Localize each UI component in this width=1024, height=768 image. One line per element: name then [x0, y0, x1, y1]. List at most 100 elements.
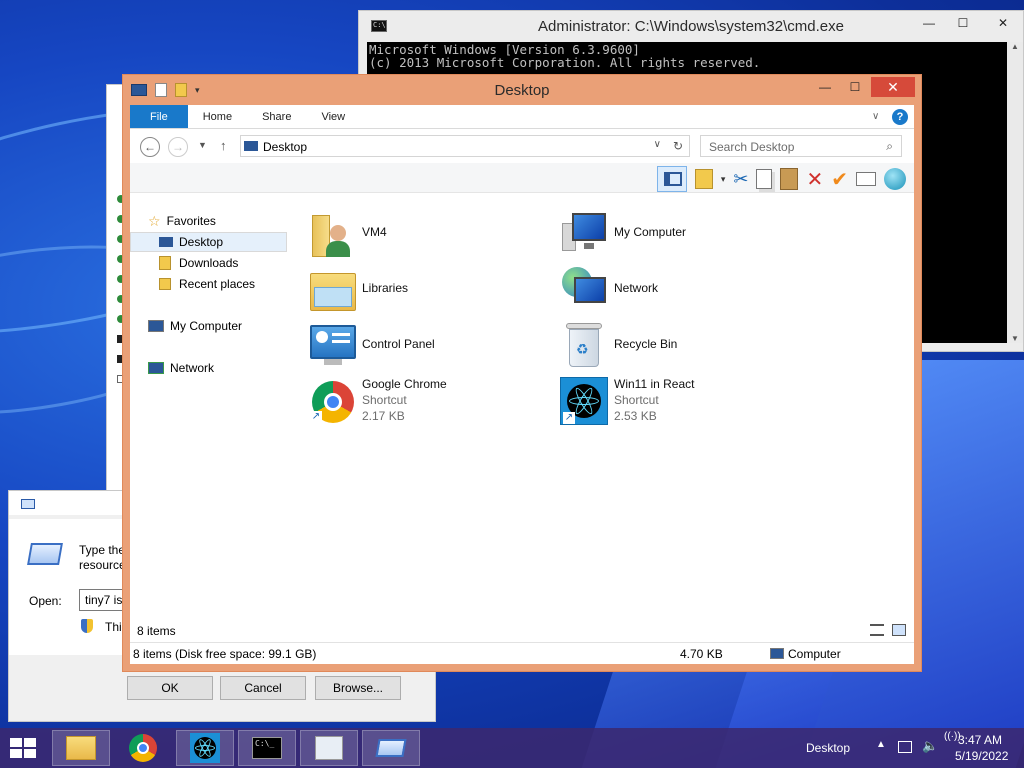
- scroll-down-icon[interactable]: ▼: [1007, 334, 1023, 343]
- explorer-titlebar[interactable]: ▾ Desktop — ☐ ✕: [123, 75, 921, 105]
- status-size: 4.70 KB: [680, 647, 723, 661]
- minimize-button[interactable]: —: [915, 13, 943, 33]
- run-large-icon: [27, 543, 63, 565]
- cancel-button[interactable]: Cancel: [220, 676, 306, 700]
- cmd-icon: C:\: [371, 20, 387, 32]
- refresh-icon[interactable]: ↻: [673, 139, 683, 153]
- file-item-control-panel[interactable]: Control Panel: [308, 321, 548, 371]
- admin-note: Thi: [105, 620, 122, 634]
- details-view-icon[interactable]: [870, 624, 884, 636]
- nav-my-computer-label: My Computer: [170, 319, 243, 333]
- customize-chevron-icon[interactable]: ▾: [195, 85, 200, 96]
- browse-button[interactable]: Browse...: [315, 676, 401, 700]
- copy-icon[interactable]: [756, 169, 773, 189]
- shell-icon[interactable]: [884, 168, 906, 190]
- tab-file[interactable]: File: [130, 105, 188, 128]
- network-icon: [562, 267, 608, 311]
- rename-icon[interactable]: [856, 172, 876, 186]
- content-area: ☆ Favorites Desktop Downloads Recent pla…: [130, 201, 914, 624]
- help-icon[interactable]: ?: [892, 109, 908, 125]
- desktop-toolbar-label[interactable]: Desktop: [806, 741, 850, 755]
- up-icon[interactable]: ↑: [220, 138, 227, 153]
- nav-network[interactable]: Network: [148, 358, 214, 378]
- tab-share[interactable]: Share: [247, 105, 306, 128]
- file-item-google-chrome[interactable]: ↗ Google Chrome Shortcut 2.17 KB: [308, 377, 548, 427]
- delete-icon[interactable]: ✕: [806, 167, 823, 192]
- preview-pane-icon[interactable]: [656, 166, 687, 192]
- maximize-button[interactable]: ☐: [841, 77, 869, 97]
- nav-my-computer[interactable]: My Computer: [148, 316, 242, 336]
- nav-favorites[interactable]: ☆ Favorites: [148, 211, 216, 231]
- file-item-recycle-bin[interactable]: ♻ Recycle Bin: [560, 321, 800, 371]
- search-input[interactable]: Search Desktop ⌕: [700, 135, 902, 157]
- cmd-scrollbar[interactable]: ▲ ▼: [1007, 42, 1023, 343]
- start-button[interactable]: [8, 736, 38, 760]
- desktop-icon: [244, 141, 258, 151]
- nav-downloads-label: Downloads: [179, 256, 239, 270]
- file-name: My Computer: [614, 225, 687, 239]
- navigation-bar: ← → ▼ ↑ Desktop ∨ ↻ Search Desktop ⌕: [130, 129, 914, 163]
- minimize-button[interactable]: —: [811, 77, 839, 97]
- tab-view[interactable]: View: [306, 105, 360, 128]
- taskbar-explorer[interactable]: [52, 730, 110, 766]
- file-name: Network: [614, 281, 659, 295]
- console-line: (c) 2013 Microsoft Corporation. All righ…: [369, 55, 761, 70]
- file-name: Control Panel: [362, 337, 435, 351]
- nav-downloads[interactable]: Downloads: [159, 253, 238, 273]
- file-item-my-computer[interactable]: My Computer: [560, 209, 800, 259]
- file-name: Libraries: [362, 281, 409, 295]
- large-icons-view-icon[interactable]: [892, 624, 906, 636]
- computer-icon: [562, 213, 608, 253]
- close-button[interactable]: ✕: [983, 13, 1023, 33]
- properties-icon[interactable]: [694, 169, 713, 189]
- navigation-pane: ☆ Favorites Desktop Downloads Recent pla…: [130, 201, 298, 624]
- address-bar[interactable]: Desktop ∨ ↻: [240, 135, 690, 157]
- address-dropdown-icon[interactable]: ∨: [654, 139, 661, 150]
- file-name: Recycle Bin: [614, 337, 678, 351]
- search-placeholder: Search Desktop: [709, 140, 795, 154]
- ok-button[interactable]: OK: [127, 676, 213, 700]
- file-type: Shortcut: [362, 393, 407, 407]
- file-item-vm4[interactable]: VM4: [308, 209, 548, 259]
- file-item-network[interactable]: Network: [560, 265, 800, 315]
- tab-home[interactable]: Home: [188, 105, 247, 128]
- nav-desktop-label: Desktop: [179, 235, 224, 249]
- forward-icon[interactable]: →: [168, 137, 188, 157]
- file-item-win11-in-react[interactable]: ↗ Win11 in React Shortcut 2.53 KB: [560, 377, 800, 427]
- cmd-titlebar[interactable]: C:\ Administrator: C:\Windows\system32\c…: [359, 11, 1023, 41]
- recent-locations-icon[interactable]: ▼: [198, 140, 207, 150]
- action-center-icon[interactable]: [898, 741, 912, 753]
- paste-icon[interactable]: [780, 168, 799, 190]
- cut-icon[interactable]: ✂: [733, 169, 748, 190]
- open-label: Open:: [29, 594, 62, 608]
- dropdown-icon[interactable]: ▾: [721, 174, 726, 185]
- tray-overflow-icon[interactable]: ▲: [876, 739, 886, 750]
- nav-desktop[interactable]: Desktop: [130, 232, 287, 252]
- taskbar-chrome[interactable]: [114, 730, 172, 766]
- checkmark-icon[interactable]: ✔: [831, 167, 848, 192]
- properties-icon[interactable]: [155, 83, 167, 97]
- taskbar-run[interactable]: [362, 730, 420, 766]
- new-folder-icon[interactable]: [175, 83, 187, 97]
- close-button[interactable]: ✕: [871, 77, 915, 97]
- expand-ribbon-icon[interactable]: ∨: [872, 105, 892, 128]
- status-location: Computer: [788, 647, 841, 661]
- star-icon: ☆: [148, 212, 161, 229]
- control-panel-icon: [310, 325, 356, 365]
- explorer-window[interactable]: ▾ Desktop — ☐ ✕ File Home Share View ∨ ?…: [122, 74, 922, 672]
- maximize-button[interactable]: ☐: [949, 13, 977, 33]
- scroll-up-icon[interactable]: ▲: [1007, 42, 1023, 51]
- taskbar-cmd[interactable]: C:\_: [238, 730, 296, 766]
- taskbar-performance[interactable]: [300, 730, 358, 766]
- file-item-libraries[interactable]: Libraries: [308, 265, 548, 315]
- nav-network-label: Network: [170, 361, 215, 375]
- search-icon[interactable]: ⌕: [886, 139, 893, 154]
- status-area: 8 items 8 items (Disk free space: 99.1 G…: [130, 624, 914, 664]
- clock-date[interactable]: 5/19/2022: [955, 749, 1008, 763]
- taskbar-react-app[interactable]: [176, 730, 234, 766]
- nav-recent-places[interactable]: Recent places: [159, 274, 255, 294]
- address-text: Desktop: [263, 140, 308, 154]
- clock-time[interactable]: 3:47 AM: [958, 733, 1002, 747]
- back-icon[interactable]: ←: [140, 137, 160, 157]
- volume-muted-icon[interactable]: 🔈: [922, 738, 938, 754]
